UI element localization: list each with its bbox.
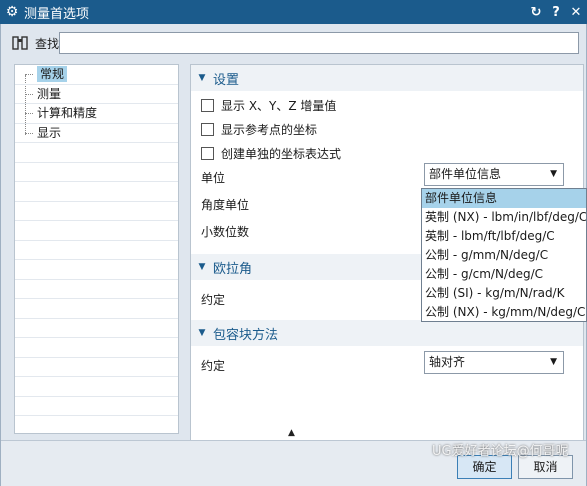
find-label: 查找 — [35, 36, 60, 51]
bbox-section-header[interactable]: ▼ 包容块方法 — [191, 320, 583, 346]
bbox-convention-select[interactable]: 轴对齐 ▼ — [424, 351, 564, 374]
checkbox-box[interactable] — [201, 123, 214, 136]
checkbox-box[interactable] — [201, 99, 214, 112]
chevron-down-icon: ▼ — [550, 169, 557, 179]
unit-option[interactable]: 公制 - g/mm/N/deg/C — [422, 246, 586, 265]
tree-item-display[interactable]: 显示 — [25, 124, 61, 143]
gear-icon: ⚙ — [5, 4, 19, 20]
settings-section-title: 设置 — [213, 72, 240, 88]
collapse-triangle-icon: ▼ — [198, 73, 206, 83]
unit-option[interactable]: 公制 (NX) - kg/mm/N/deg/C — [422, 303, 586, 321]
unit-option[interactable]: 部件单位信息 — [422, 189, 586, 208]
separate-coord-expr-checkbox[interactable]: 创建单独的坐标表达式 — [201, 145, 341, 162]
euler-convention-label: 约定 — [201, 293, 226, 307]
watermark-text: UG爱好者论坛@何哥呢 — [432, 444, 569, 459]
unit-label: 单位 — [201, 171, 226, 185]
category-tree: 常规 测量 计算和精度 显示 — [14, 64, 179, 434]
bbox-section-title: 包容块方法 — [213, 327, 279, 343]
unit-option[interactable]: 英制 - lbm/ft/lbf/deg/C — [422, 227, 586, 246]
angle-unit-label: 角度单位 — [201, 198, 250, 212]
collapse-triangle-icon: ▼ — [198, 328, 206, 338]
chevron-down-icon: ▼ — [550, 357, 557, 367]
collapse-triangle-icon: ▼ — [198, 262, 206, 272]
unit-option[interactable]: 公制 (SI) - kg/m/N/rad/K — [422, 284, 586, 303]
find-row: 查找 — [11, 34, 59, 52]
tree-item-calc-precision[interactable]: 计算和精度 — [25, 104, 97, 123]
reset-icon[interactable]: ↻ — [527, 5, 545, 20]
window-title: 测量首选项 — [24, 6, 90, 22]
unit-dropdown-list: 部件单位信息 英制 (NX) - lbm/in/lbf/deg/C 英制 - l… — [421, 188, 587, 322]
close-icon[interactable]: ✕ — [567, 5, 585, 20]
help-icon[interactable]: ? — [547, 5, 565, 20]
tree-item-measure[interactable]: 测量 — [25, 85, 61, 104]
binoculars-icon — [11, 34, 31, 52]
tree-item-general[interactable]: 常规 — [25, 65, 68, 84]
euler-section-title: 欧拉角 — [213, 261, 253, 277]
title-bar: ⚙ 测量首选项 ↻ ? ✕ — [0, 0, 587, 24]
collapse-arrow-icon[interactable]: ▲ — [288, 428, 295, 438]
settings-section-header[interactable]: ▼ 设置 — [191, 65, 583, 91]
unit-option[interactable]: 英制 (NX) - lbm/in/lbf/deg/C — [422, 208, 586, 227]
find-input[interactable] — [59, 32, 579, 54]
checkbox-box[interactable] — [201, 147, 214, 160]
unit-select[interactable]: 部件单位信息 ▼ — [424, 163, 564, 186]
show-xyz-delta-checkbox[interactable]: 显示 X、Y、Z 增量值 — [201, 97, 336, 114]
bbox-convention-label: 约定 — [201, 359, 226, 373]
unit-option[interactable]: 公制 - g/cm/N/deg/C — [422, 265, 586, 284]
show-ref-point-coords-checkbox[interactable]: 显示参考点的坐标 — [201, 121, 317, 138]
decimal-places-label: 小数位数 — [201, 225, 250, 239]
